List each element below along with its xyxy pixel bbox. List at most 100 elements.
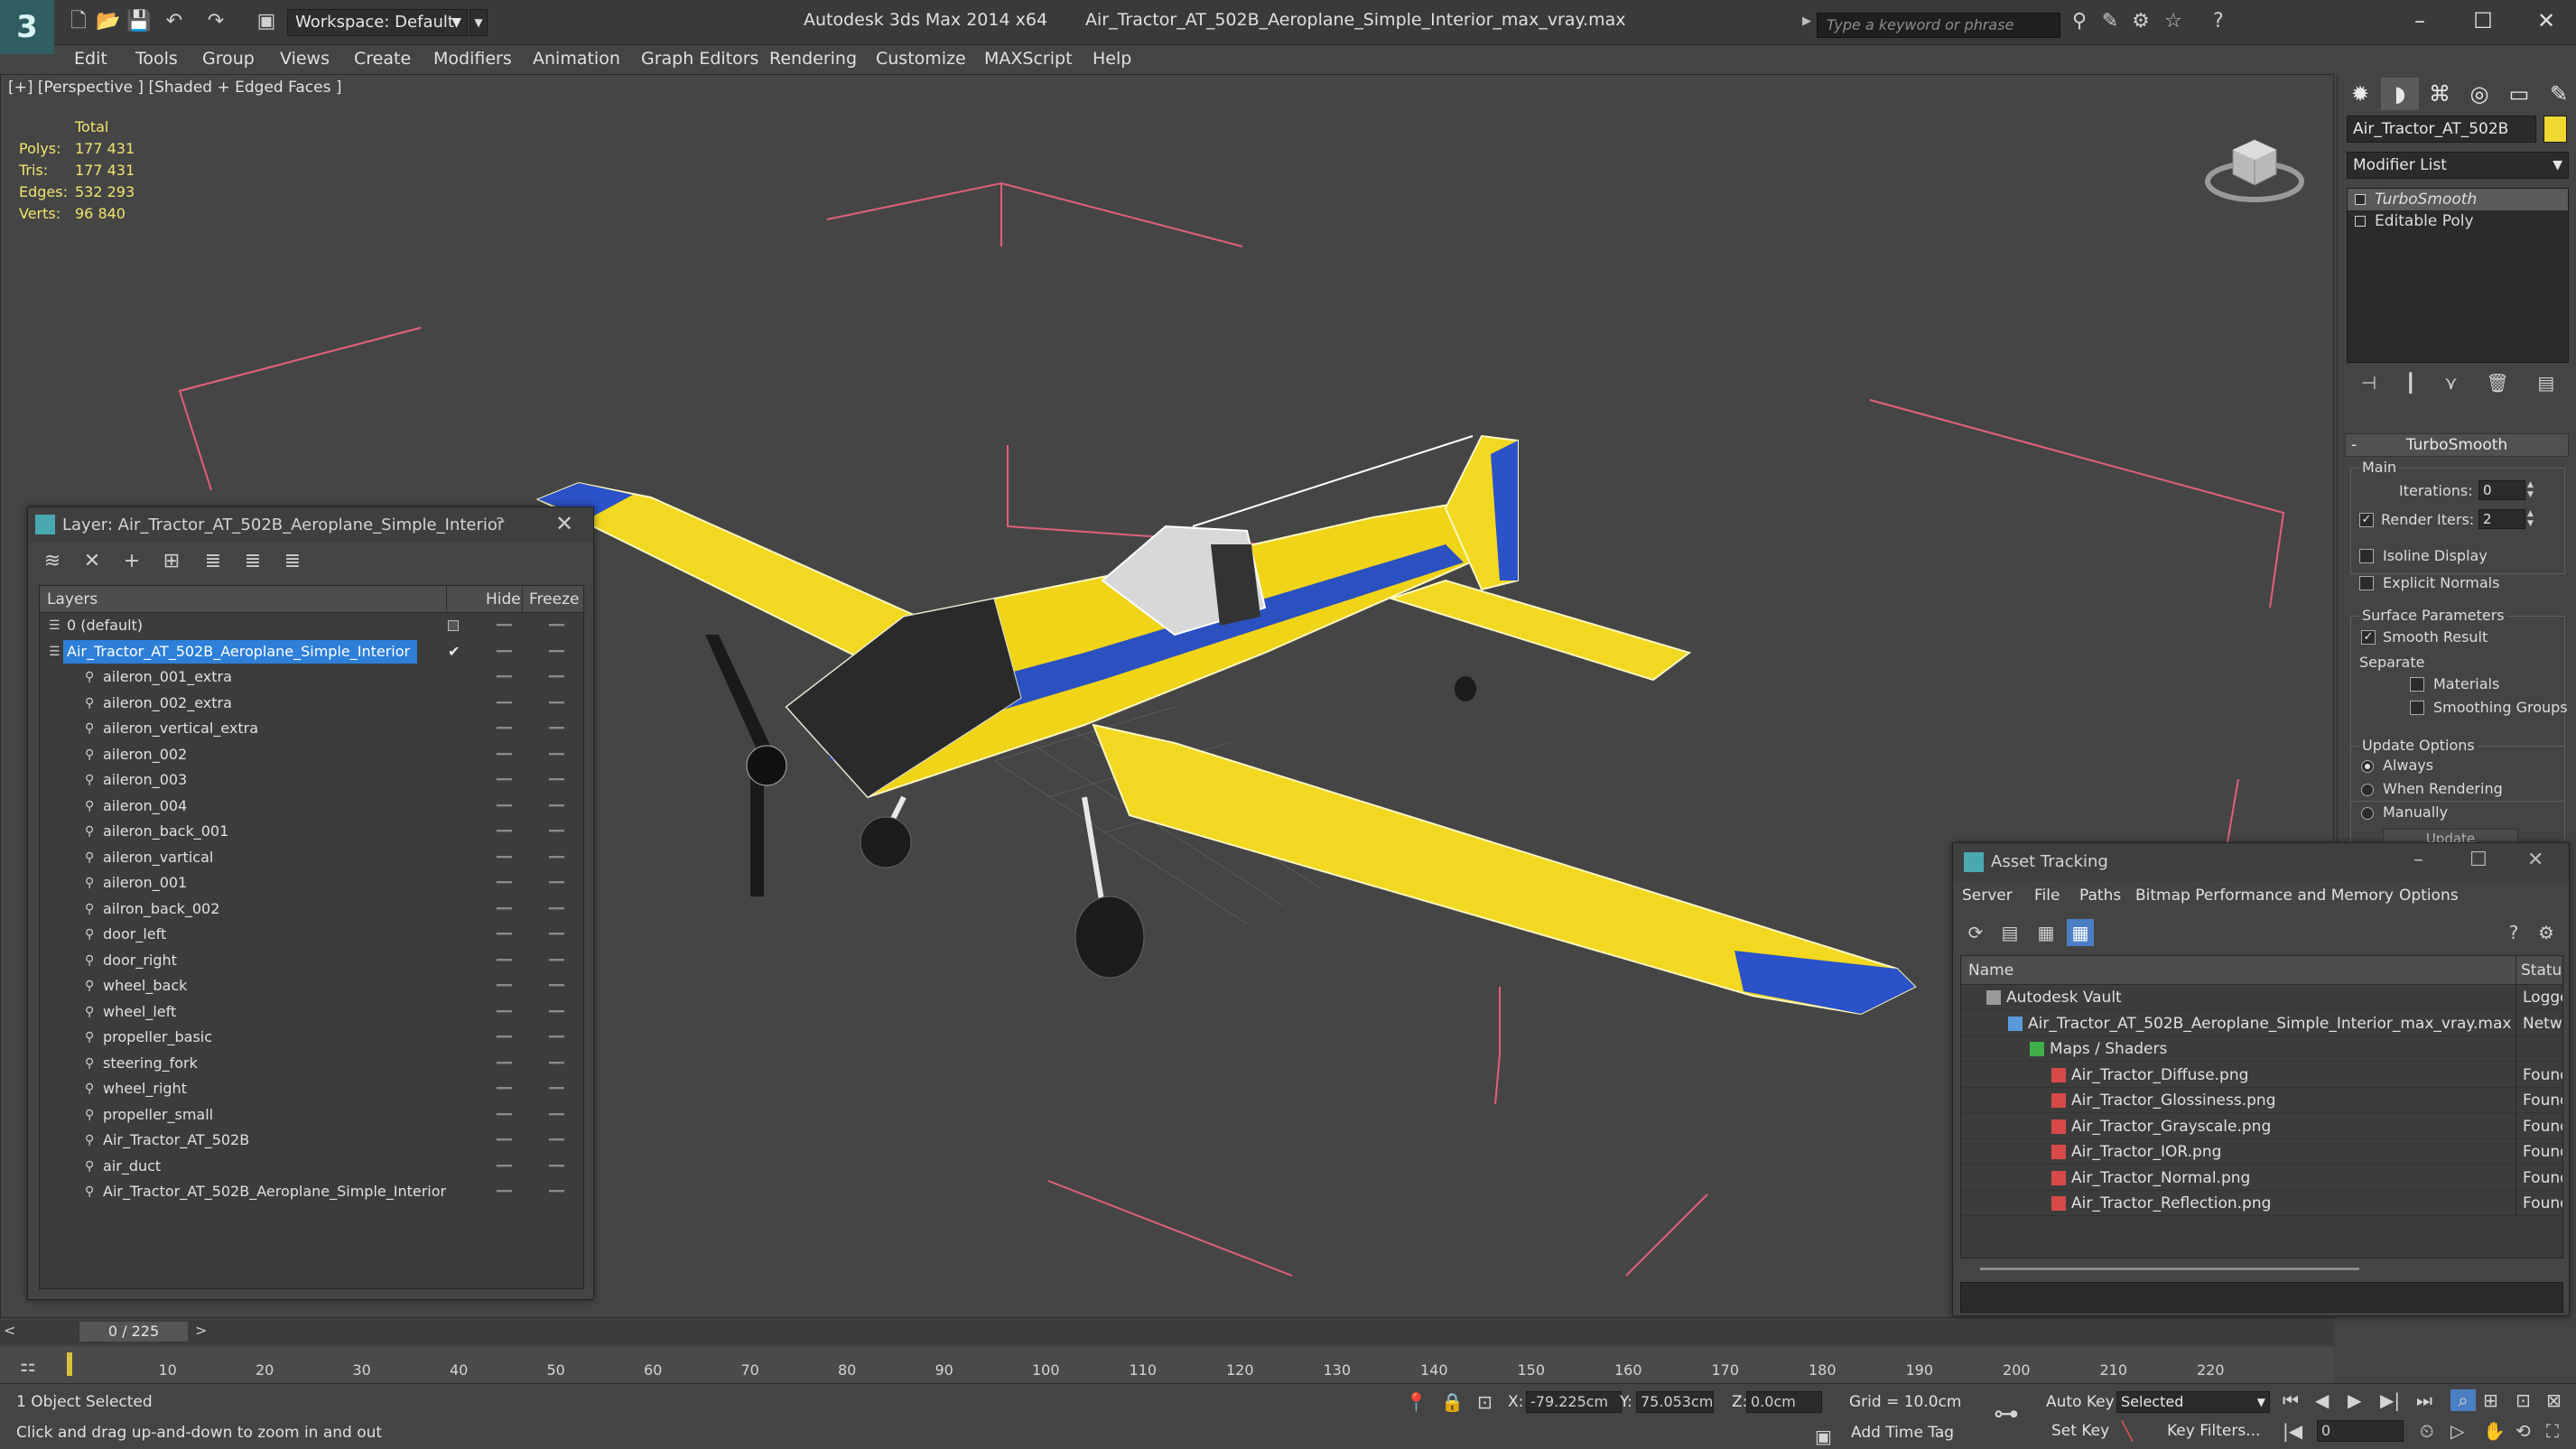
asset-row[interactable]: Air_Tractor_Normal.png Found bbox=[1961, 1165, 2562, 1191]
freeze-toggle[interactable]: ━━ bbox=[549, 1154, 564, 1179]
next-frame-icon[interactable]: > bbox=[195, 1322, 207, 1339]
hide-toggle[interactable]: ━━ bbox=[497, 664, 512, 690]
help-icon[interactable]: ? bbox=[2207, 10, 2230, 33]
stack-item-turbosmooth[interactable]: TurboSmooth bbox=[2348, 189, 2568, 210]
hide-toggle[interactable]: ━━ bbox=[497, 1051, 512, 1076]
freeze-toggle[interactable]: ━━ bbox=[549, 639, 564, 664]
hide-toggle[interactable]: ━━ bbox=[497, 1076, 512, 1101]
hide-toggle[interactable]: ━━ bbox=[497, 896, 512, 922]
freeze-toggle[interactable]: ━━ bbox=[549, 973, 564, 999]
explicit-normals-checkbox[interactable] bbox=[2359, 576, 2374, 590]
freeze-toggle[interactable]: ━━ bbox=[549, 1025, 564, 1050]
app-menu-button[interactable]: 3 bbox=[0, 0, 54, 54]
subscription-icon[interactable]: ✎ bbox=[2098, 10, 2122, 33]
close-icon[interactable]: ✕ bbox=[2527, 849, 2543, 871]
aeroplane-model[interactable] bbox=[535, 434, 1917, 1016]
utilities-tab-icon[interactable]: ✎ bbox=[2540, 78, 2576, 110]
workspace-dropdown[interactable]: Workspace: Default ▼ bbox=[287, 9, 468, 36]
play-icon[interactable]: ▶ bbox=[2348, 1389, 2361, 1411]
freeze-toggle[interactable]: ━━ bbox=[549, 1128, 564, 1153]
freeze-toggle[interactable]: ━━ bbox=[549, 1179, 564, 1204]
minimize-icon[interactable]: – bbox=[2413, 849, 2423, 871]
layer-row[interactable]: ⚲ aileron_back_001 ━━ ━━ bbox=[40, 819, 583, 844]
freeze-toggle[interactable]: ━━ bbox=[549, 664, 564, 690]
redo-icon[interactable]: ↷ bbox=[204, 10, 228, 33]
layer-row[interactable]: ☰ Air_Tractor_AT_502B_Aeroplane_Simple_In… bbox=[40, 639, 583, 664]
hide-toggle[interactable]: ━━ bbox=[497, 1025, 512, 1050]
lightbulb-icon[interactable] bbox=[2355, 194, 2366, 205]
motion-tab-icon[interactable]: ◎ bbox=[2460, 78, 2498, 110]
selection-lock-icon[interactable]: 🔒 bbox=[1441, 1391, 1464, 1413]
layer-row[interactable]: ⚲ steering_fork ━━ ━━ bbox=[40, 1051, 583, 1076]
layer-row[interactable]: ⚲ wheel_back ━━ ━━ bbox=[40, 973, 583, 999]
key-mode-icon[interactable]: ╲ bbox=[2122, 1420, 2133, 1442]
spinner-arrows-icon[interactable]: ▲ ▼ bbox=[2527, 480, 2538, 500]
trackbar[interactable]: ⚏ 10 20 30 40 50 60 70 80 90 100 110 120 130 140 150 16… bbox=[0, 1347, 2334, 1383]
col-layers[interactable]: Layers bbox=[47, 590, 98, 608]
layer-row[interactable]: ⚲ aileron_vartical ━━ ━━ bbox=[40, 845, 583, 870]
layer-row[interactable]: ⚲ aileron_001 ━━ ━━ bbox=[40, 870, 583, 896]
smoothing-groups-checkbox[interactable] bbox=[2410, 701, 2424, 715]
prev-frame-icon[interactable]: < bbox=[4, 1322, 15, 1339]
hide-toggle[interactable]: ━━ bbox=[497, 716, 512, 741]
favorites-icon[interactable]: ☆ bbox=[2162, 10, 2185, 33]
hide-toggle[interactable]: ━━ bbox=[497, 999, 512, 1025]
layer-row[interactable]: ⚲ wheel_right ━━ ━━ bbox=[40, 1076, 583, 1101]
x-coordinate-field[interactable]: -79.225cm bbox=[1526, 1391, 1622, 1413]
zoom-all-icon[interactable]: ⊞ bbox=[2483, 1389, 2498, 1411]
add-to-layer-icon[interactable]: + bbox=[116, 547, 147, 576]
expand-icon[interactable] bbox=[2355, 216, 2366, 227]
viewport-label[interactable]: [+] [Perspective ] [Shaded + Edged Faces… bbox=[8, 79, 341, 97]
smooth-result-checkbox[interactable]: ✓ bbox=[2361, 630, 2376, 645]
communication-icon[interactable]: ⚙ bbox=[2129, 10, 2153, 33]
materials-checkbox[interactable] bbox=[2410, 677, 2424, 692]
freeze-toggle[interactable]: ━━ bbox=[549, 742, 564, 767]
asset-row[interactable]: Air_Tractor_IOR.png Found bbox=[1961, 1139, 2562, 1165]
layer-row[interactable]: ⚲ aileron_001_extra ━━ ━━ bbox=[40, 664, 583, 690]
save-icon[interactable]: 💾 bbox=[126, 10, 151, 33]
object-name-field[interactable]: Air_Tractor_AT_502B bbox=[2347, 116, 2536, 143]
freeze-toggle[interactable]: ━━ bbox=[549, 999, 564, 1025]
freeze-all-icon[interactable]: ≣ bbox=[277, 547, 308, 576]
hide-toggle[interactable]: ━━ bbox=[497, 691, 512, 716]
auto-key-button[interactable]: Auto Key bbox=[2046, 1393, 2115, 1411]
isolate-selection-icon[interactable]: 📍 bbox=[1405, 1391, 1427, 1413]
layer-row[interactable]: ⚲ aileron_vertical_extra ━━ ━━ bbox=[40, 716, 583, 741]
orbit-icon[interactable]: ⟲ bbox=[2516, 1420, 2531, 1442]
time-config-icon[interactable]: ⏲ bbox=[2420, 1420, 2434, 1442]
layer-row[interactable]: ⚲ aileron_004 ━━ ━━ bbox=[40, 794, 583, 819]
menu-group[interactable]: Group bbox=[202, 49, 255, 69]
freeze-toggle[interactable]: ━━ bbox=[549, 922, 564, 947]
zoom-extents-all-icon[interactable]: ⊠ bbox=[2546, 1389, 2562, 1411]
asset-dialog-titlebar[interactable]: Asset Tracking – ☐ ✕ bbox=[1953, 843, 2569, 881]
modifier-stack[interactable]: TurboSmooth Editable Poly bbox=[2347, 188, 2569, 363]
render-iters-spinner[interactable]: 2 bbox=[2478, 509, 2525, 529]
hide-toggle[interactable]: ━━ bbox=[497, 922, 512, 947]
asset-row[interactable]: Autodesk Vault Logged bbox=[1961, 985, 2562, 1010]
layer-row[interactable]: ⚲ aileron_002 ━━ ━━ bbox=[40, 742, 583, 767]
menu-views[interactable]: Views bbox=[280, 49, 330, 69]
freeze-toggle[interactable]: ━━ bbox=[549, 845, 564, 870]
asset-row[interactable]: Air_Tractor_Reflection.png Found bbox=[1961, 1191, 2562, 1216]
layer-dialog-titlebar[interactable]: Layer: Air_Tractor_AT_502B_Aeroplane_Sim… bbox=[28, 507, 593, 542]
stack-item-editable-poly[interactable]: Editable Poly bbox=[2348, 210, 2568, 232]
layer-row[interactable]: ⚲ aileron_002_extra ━━ ━━ bbox=[40, 691, 583, 716]
remove-modifier-icon[interactable]: 🗑 bbox=[2486, 372, 2508, 403]
goto-end-icon[interactable]: ⏭ bbox=[2416, 1389, 2432, 1411]
layer-row[interactable]: ⚲ air_duct ━━ ━━ bbox=[40, 1154, 583, 1179]
horizontal-scrollbar[interactable] bbox=[1980, 1268, 2359, 1270]
asset-menu-options[interactable]: Options bbox=[2399, 887, 2459, 905]
freeze-toggle[interactable]: ━━ bbox=[549, 819, 564, 844]
delete-layer-icon[interactable]: ✕ bbox=[77, 547, 107, 576]
new-file-icon[interactable]: 🗋 bbox=[67, 10, 90, 33]
asset-menu-file[interactable]: File bbox=[2034, 887, 2060, 905]
highlight-layer-icon[interactable]: ≣ bbox=[198, 547, 228, 576]
asset-menu-paths[interactable]: Paths bbox=[2079, 887, 2121, 905]
set-key-mode-icon[interactable]: ⊶ bbox=[1994, 1398, 2019, 1428]
menu-animation[interactable]: Animation bbox=[533, 49, 620, 69]
asset-menu-bitmap[interactable]: Bitmap Performance and Memory bbox=[2135, 887, 2394, 905]
key-filters-button[interactable]: Key Filters... bbox=[2167, 1422, 2260, 1440]
time-tag-icon[interactable]: ▣ bbox=[1815, 1426, 1832, 1447]
key-mode-toggle-icon[interactable]: |◀ bbox=[2283, 1420, 2302, 1442]
freeze-toggle[interactable]: ━━ bbox=[549, 613, 564, 638]
